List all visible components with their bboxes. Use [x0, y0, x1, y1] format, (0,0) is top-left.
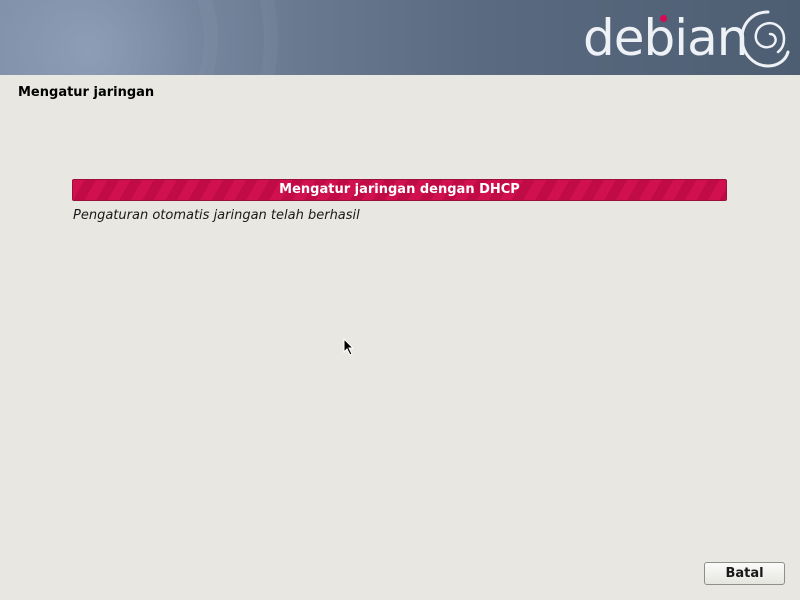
header-banner: debian: [0, 0, 800, 75]
debian-swirl-icon: [740, 10, 790, 68]
progress-label: Mengatur jaringan dengan DHCP: [279, 182, 520, 197]
cancel-button[interactable]: Batal: [704, 562, 785, 585]
progress-bar: Mengatur jaringan dengan DHCP: [72, 179, 727, 201]
status-message: Pengaturan otomatis jaringan telah berha…: [73, 208, 360, 223]
arrow-pointer-icon: [343, 338, 355, 356]
page-title: Mengatur jaringan: [18, 85, 155, 100]
logo-dot: [660, 15, 667, 22]
banner-ring: [0, 0, 278, 75]
